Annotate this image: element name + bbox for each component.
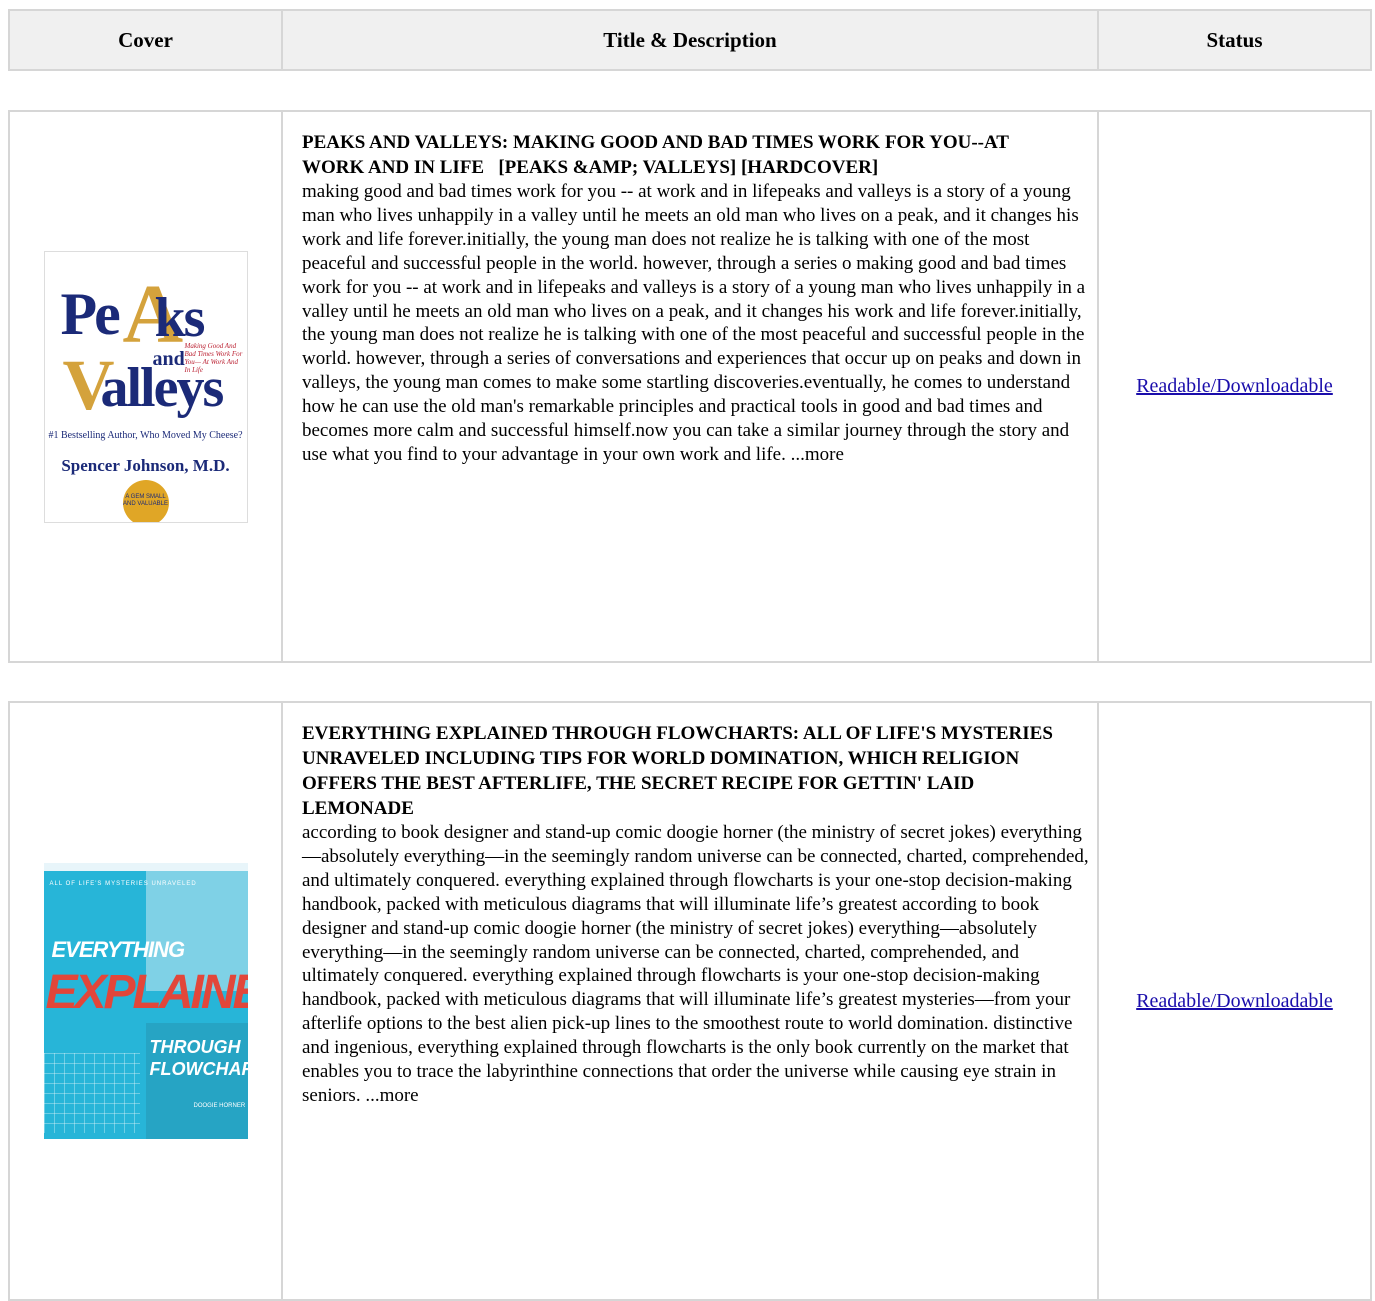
book-title: PEAKS AND VALLEYS: MAKING GOOD AND BAD T… bbox=[302, 132, 1014, 178]
status-cell: Readable/Downloadable bbox=[1097, 701, 1372, 1301]
book-row: ALL OF LIFE'S MYSTERIES UNRAVELED EVERYT… bbox=[8, 701, 1372, 1301]
book-description: making good and bad times work for you -… bbox=[302, 181, 1086, 465]
cover-decoration bbox=[43, 863, 248, 871]
book-cover-image[interactable]: Pe A ks V and alleys Making Good And Bad… bbox=[43, 250, 248, 523]
table-row: ALL OF LIFE'S MYSTERIES UNRAVELED EVERYT… bbox=[8, 701, 1372, 1301]
cover-cell: ALL OF LIFE'S MYSTERIES UNRAVELED EVERYT… bbox=[8, 701, 283, 1301]
cover-seal: A GEM SMALL AND VALUABLE bbox=[122, 479, 169, 522]
header-status: Status bbox=[1097, 9, 1372, 71]
book-row: Pe A ks V and alleys Making Good And Bad… bbox=[8, 110, 1372, 663]
book-cover-image[interactable]: ALL OF LIFE'S MYSTERIES UNRAVELED EVERYT… bbox=[43, 863, 248, 1139]
cover-author: DOOGIE HORNER bbox=[193, 1103, 246, 1109]
cover-word: FLOWCHARTS bbox=[149, 1059, 248, 1079]
cover-series: ALL OF LIFE'S MYSTERIES UNRAVELED bbox=[49, 881, 197, 887]
cover-word: EVERYTHING bbox=[51, 937, 186, 962]
header-row: Cover Title & Description Status bbox=[8, 9, 1372, 71]
status-link[interactable]: Readable/Downloadable bbox=[1136, 990, 1333, 1012]
book-description: according to book designer and stand-up … bbox=[302, 822, 1089, 1106]
cover-flowchart-graphic bbox=[43, 1053, 140, 1133]
cover-blurb: #1 Bestselling Author, Who Moved My Chee… bbox=[48, 429, 243, 441]
table-header: Cover Title & Description Status bbox=[8, 9, 1372, 71]
cover-tagline: Making Good And Bad Times Work For You— … bbox=[184, 341, 243, 374]
header-cover: Cover bbox=[8, 9, 283, 71]
cover-word: ks bbox=[154, 286, 206, 349]
status-link[interactable]: Readable/Downloadable bbox=[1136, 375, 1333, 397]
cover-word: THROUGH bbox=[149, 1037, 241, 1057]
table-row: Pe A ks V and alleys Making Good And Bad… bbox=[8, 110, 1372, 663]
cover-cell: Pe A ks V and alleys Making Good And Bad… bbox=[8, 110, 283, 663]
book-title: EVERYTHING EXPLAINED THROUGH FLOWCHARTS:… bbox=[302, 723, 1058, 819]
status-cell: Readable/Downloadable bbox=[1097, 110, 1372, 663]
header-title-description: Title & Description bbox=[281, 9, 1099, 71]
cover-word: EXPLAINED bbox=[45, 966, 248, 1019]
title-description-cell: EVERYTHING EXPLAINED THROUGH FLOWCHARTS:… bbox=[281, 701, 1099, 1301]
title-description-cell: PEAKS AND VALLEYS: MAKING GOOD AND BAD T… bbox=[281, 110, 1099, 663]
cover-word: Pe bbox=[60, 280, 121, 347]
cover-author: Spencer Johnson, M.D. bbox=[61, 455, 230, 475]
